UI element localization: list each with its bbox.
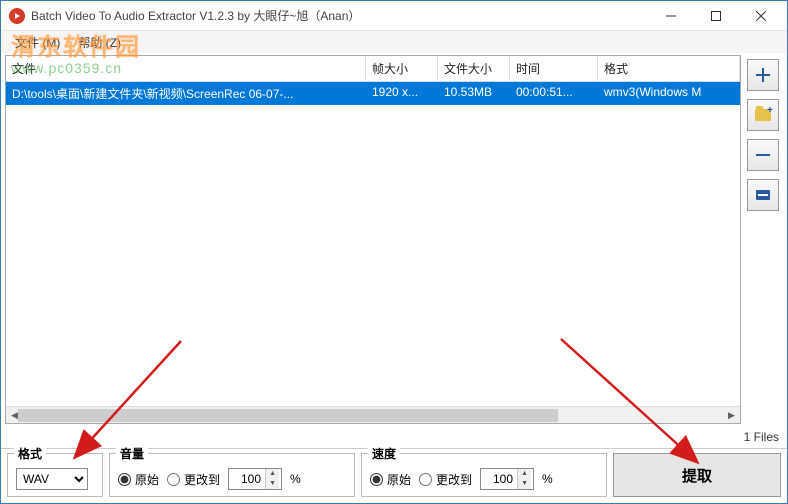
- plus-icon: [756, 68, 770, 82]
- percent-label: %: [542, 472, 553, 486]
- cell-filesize: 10.53MB: [438, 82, 510, 105]
- col-time[interactable]: 时间: [510, 56, 598, 81]
- menubar: 文件 (M) 帮助 (Z): [1, 31, 787, 53]
- speed-change-input[interactable]: [419, 473, 432, 486]
- minimize-button[interactable]: [648, 2, 693, 30]
- maximize-button[interactable]: [693, 2, 738, 30]
- horizontal-scrollbar[interactable]: ◀ ▶: [6, 406, 740, 423]
- speed-original-radio[interactable]: 原始: [370, 471, 411, 488]
- window-title: Batch Video To Audio Extractor V1.2.3 by…: [31, 7, 648, 24]
- volume-group: 音量 原始 更改到 ▲▼ %: [109, 453, 355, 497]
- speed-group: 速度 原始 更改到 ▲▼ %: [361, 453, 607, 497]
- add-folder-button[interactable]: [747, 99, 779, 131]
- volume-value[interactable]: [229, 472, 265, 486]
- spin-up-icon[interactable]: ▲: [518, 469, 531, 479]
- app-icon: [9, 8, 25, 24]
- cell-file: D:\tools\桌面\新建文件夹\新视频\ScreenRec 06-07-..…: [6, 82, 366, 105]
- speed-change-radio[interactable]: 更改到: [419, 471, 472, 488]
- folder-plus-icon: [755, 109, 771, 121]
- volume-change-radio[interactable]: 更改到: [167, 471, 220, 488]
- menu-help[interactable]: 帮助 (Z): [70, 32, 129, 53]
- cell-framesize: 1920 x...: [366, 82, 438, 105]
- extract-button[interactable]: 提取: [613, 453, 781, 497]
- add-file-button[interactable]: [747, 59, 779, 91]
- file-table: 文件 帧大小 文件大小 时间 格式 D:\tools\桌面\新建文件夹\新视频\…: [5, 55, 741, 424]
- minus-icon: [756, 154, 770, 156]
- scroll-thumb[interactable]: [18, 409, 558, 422]
- percent-label: %: [290, 472, 301, 486]
- file-count: 1 Files: [744, 430, 779, 444]
- speed-value[interactable]: [481, 472, 517, 486]
- speed-label: 速度: [368, 445, 400, 462]
- close-button[interactable]: [738, 2, 783, 30]
- volume-label: 音量: [116, 445, 148, 462]
- format-label: 格式: [14, 445, 46, 462]
- col-framesize[interactable]: 帧大小: [366, 56, 438, 81]
- clear-button[interactable]: [747, 179, 779, 211]
- remove-button[interactable]: [747, 139, 779, 171]
- spin-up-icon[interactable]: ▲: [266, 469, 279, 479]
- format-select[interactable]: WAV: [16, 468, 88, 490]
- speed-original-input[interactable]: [370, 473, 383, 486]
- col-file[interactable]: 文件: [6, 56, 366, 81]
- scroll-right-icon[interactable]: ▶: [723, 407, 740, 424]
- col-filesize[interactable]: 文件大小: [438, 56, 510, 81]
- speed-spinner[interactable]: ▲▼: [480, 468, 534, 490]
- table-header: 文件 帧大小 文件大小 时间 格式: [6, 56, 740, 82]
- col-format[interactable]: 格式: [598, 56, 740, 81]
- volume-original-input[interactable]: [118, 473, 131, 486]
- table-row[interactable]: D:\tools\桌面\新建文件夹\新视频\ScreenRec 06-07-..…: [6, 82, 740, 105]
- spin-down-icon[interactable]: ▼: [518, 479, 531, 489]
- volume-spinner[interactable]: ▲▼: [228, 468, 282, 490]
- volume-change-input[interactable]: [167, 473, 180, 486]
- menu-file[interactable]: 文件 (M): [7, 32, 68, 53]
- cell-format: wmv3(Windows M: [598, 82, 740, 105]
- titlebar[interactable]: Batch Video To Audio Extractor V1.2.3 by…: [1, 1, 787, 31]
- clear-icon: [756, 190, 770, 200]
- spin-down-icon[interactable]: ▼: [266, 479, 279, 489]
- volume-original-radio[interactable]: 原始: [118, 471, 159, 488]
- cell-time: 00:00:51...: [510, 82, 598, 105]
- format-group: 格式 WAV: [7, 453, 103, 497]
